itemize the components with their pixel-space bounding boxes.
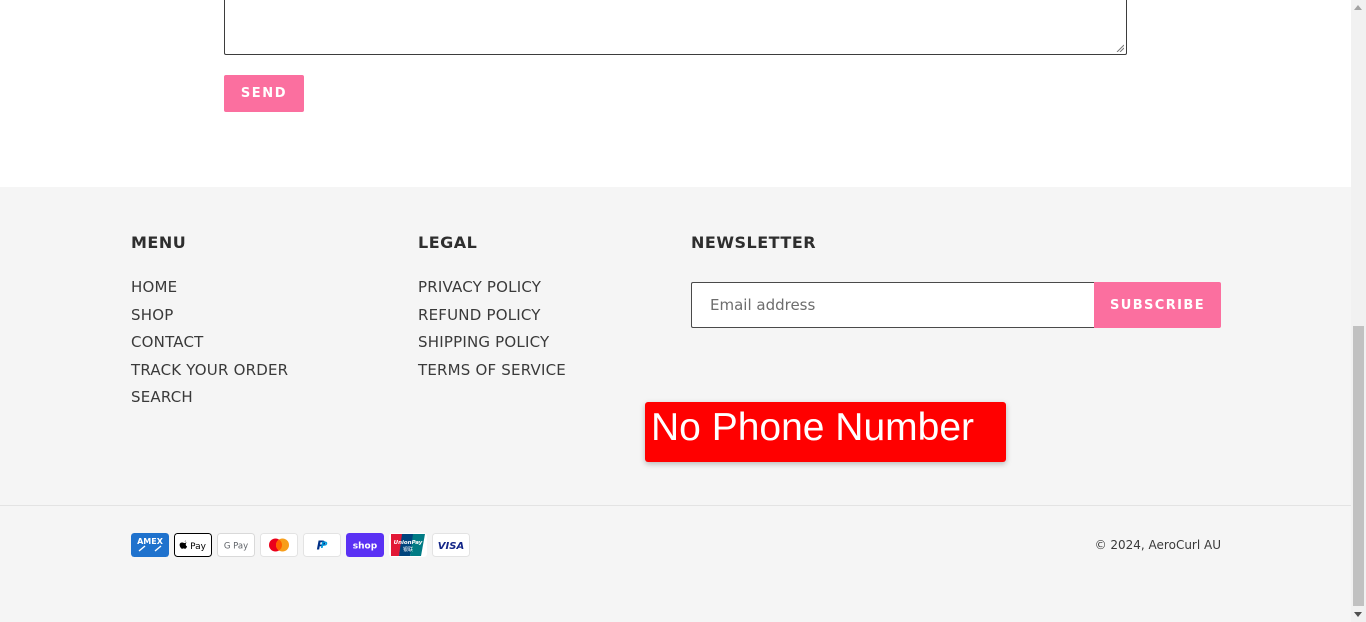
newsletter-heading: NEWSLETTER xyxy=(691,233,817,252)
no-phone-number-annotation: No Phone Number xyxy=(645,402,1006,462)
union-pay-icon: UnionPay 银联 xyxy=(389,533,427,557)
scroll-down-arrow-icon[interactable] xyxy=(1354,612,1362,617)
legal-links: PRIVACY POLICY REFUND POLICY SHIPPING PO… xyxy=(418,278,566,388)
menu-link-home[interactable]: HOME xyxy=(131,278,288,306)
scroll-thumb[interactable] xyxy=(1353,326,1364,606)
menu-heading: MENU xyxy=(131,233,187,252)
shop-pay-icon: shop xyxy=(346,533,384,557)
visa-icon: VISA xyxy=(432,533,470,557)
apple-pay-icon: Pay xyxy=(174,533,212,557)
mastercard-icon xyxy=(260,533,298,557)
payment-icons: AMEX Pay G Pay P P shop UnionPay 银联 VISA xyxy=(131,533,470,557)
menu-link-search[interactable]: SEARCH xyxy=(131,388,288,416)
shop-pay-label: shop xyxy=(353,542,378,552)
menu-links: HOME SHOP CONTACT TRACK YOUR ORDER SEARC… xyxy=(131,278,288,416)
newsletter-email-input[interactable] xyxy=(691,282,1094,328)
paypal-icon: P P xyxy=(303,533,341,557)
footer-divider xyxy=(0,505,1351,506)
legal-link-terms-of-service[interactable]: TERMS OF SERVICE xyxy=(418,361,566,389)
message-textarea[interactable] xyxy=(224,0,1127,55)
send-button[interactable]: SEND xyxy=(224,75,304,112)
resize-handle-icon[interactable] xyxy=(1116,44,1124,52)
legal-link-privacy-policy[interactable]: PRIVACY POLICY xyxy=(418,278,566,306)
google-pay-icon: G Pay xyxy=(217,533,255,557)
site-footer: MENU HOME SHOP CONTACT TRACK YOUR ORDER … xyxy=(0,187,1351,622)
american-express-icon: AMEX xyxy=(131,533,169,557)
svg-text:P: P xyxy=(321,541,328,551)
scroll-up-arrow-icon[interactable] xyxy=(1354,5,1362,10)
menu-link-track-order[interactable]: TRACK YOUR ORDER xyxy=(131,361,288,389)
legal-heading: LEGAL xyxy=(418,233,478,252)
copyright-text: © 2024, AeroCurl AU xyxy=(1094,538,1221,552)
menu-link-contact[interactable]: CONTACT xyxy=(131,333,288,361)
apple-pay-label: Pay xyxy=(190,542,207,552)
amex-label: AMEX xyxy=(137,537,164,546)
svg-text:银联: 银联 xyxy=(403,546,413,553)
union-pay-label: UnionPay xyxy=(394,540,423,546)
visa-label: VISA xyxy=(438,541,464,552)
page-scrollbar[interactable] xyxy=(1351,0,1366,622)
contact-form: SEND xyxy=(0,0,1351,187)
menu-link-shop[interactable]: SHOP xyxy=(131,306,288,334)
google-pay-label: G Pay xyxy=(224,542,248,552)
legal-link-shipping-policy[interactable]: SHIPPING POLICY xyxy=(418,333,566,361)
subscribe-button[interactable]: SUBSCRIBE xyxy=(1094,282,1221,328)
legal-link-refund-policy[interactable]: REFUND POLICY xyxy=(418,306,566,334)
